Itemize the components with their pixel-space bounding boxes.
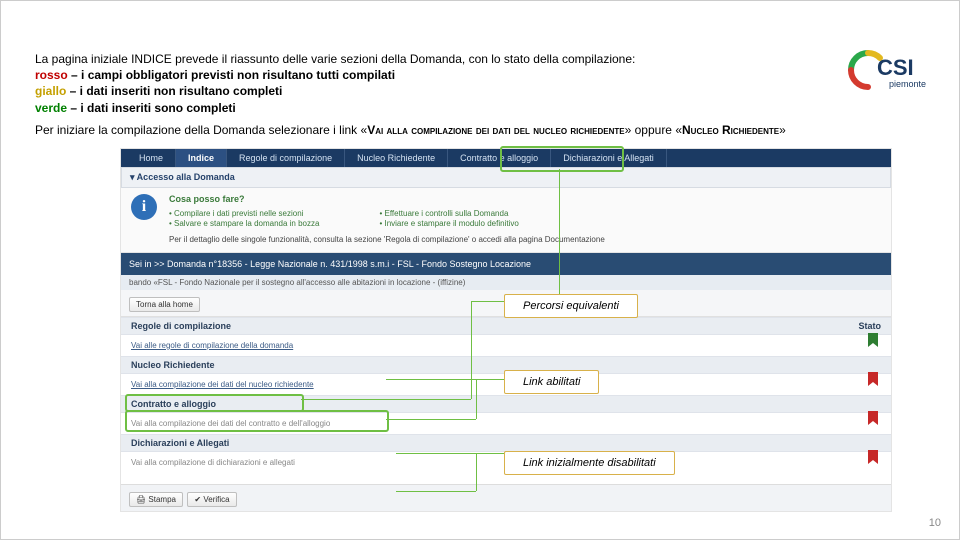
torna-home-button[interactable]: Torna alla home	[129, 297, 200, 312]
nav-contratto[interactable]: Contratto e alloggio	[448, 149, 551, 167]
bookmark-icon	[867, 411, 879, 427]
context-bar: Sei in >> Domanda n°18356 - Legge Nazion…	[121, 253, 891, 275]
info-row: i Cosa posso fare? • Compilare i dati pr…	[121, 188, 891, 253]
context-sub: bando «FSL - Fondo Nazionale per il sost…	[121, 275, 891, 290]
nav-home[interactable]: Home	[127, 149, 176, 167]
nav-dichiarazioni[interactable]: Dichiarazioni e Allegati	[551, 149, 667, 167]
bookmark-icon	[867, 333, 879, 349]
group-contratto: Contratto e alloggio	[121, 395, 891, 413]
callout-disabilitati: Link inizialmente disabilitati	[504, 451, 675, 475]
info-icon: i	[131, 194, 157, 220]
bookmark-icon	[867, 450, 879, 466]
info-detail: Per il dettaglio delle singole funzional…	[169, 235, 881, 245]
top-nav: Home Indice Regole di compilazione Nucle…	[121, 149, 891, 167]
bookmark-icon	[867, 372, 879, 388]
access-band: ▾ Accesso alla Domanda	[121, 167, 891, 188]
link-contratto: Vai alla compilazione dei dati del contr…	[131, 419, 330, 428]
callout-percorsi: Percorsi equivalenti	[504, 294, 638, 318]
verifica-button[interactable]: ✔ Verifica	[187, 492, 236, 507]
callout-abilitati: Link abilitati	[504, 370, 599, 394]
link-regole[interactable]: Vai alle regole di compilazione della do…	[131, 341, 293, 350]
group-regole: Regole di compilazione	[121, 317, 891, 335]
group-dich: Dichiarazioni e Allegati	[121, 434, 891, 452]
index-list: Regole di compilazione Vai alle regole d…	[121, 317, 891, 473]
link-dich: Vai alla compilazione di dichiarazioni e…	[131, 458, 295, 467]
stampa-button[interactable]: 🖨 Stampa	[129, 492, 183, 507]
info-question: Cosa posso fare?	[169, 194, 881, 206]
nav-regole[interactable]: Regole di compilazione	[227, 149, 345, 167]
nav-nucleo[interactable]: Nucleo Richiedente	[345, 149, 448, 167]
instruction-block: La pagina iniziale INDICE prevede il ria…	[35, 51, 889, 138]
page-number: 10	[929, 517, 941, 529]
link-nucleo[interactable]: Vai alla compilazione dei dati del nucle…	[131, 380, 314, 389]
svg-text:piemonte: piemonte	[889, 79, 926, 89]
nav-indice[interactable]: Indice	[176, 149, 227, 167]
svg-text:CSI: CSI	[877, 55, 914, 80]
csi-logo: CSI piemonte	[847, 49, 931, 91]
